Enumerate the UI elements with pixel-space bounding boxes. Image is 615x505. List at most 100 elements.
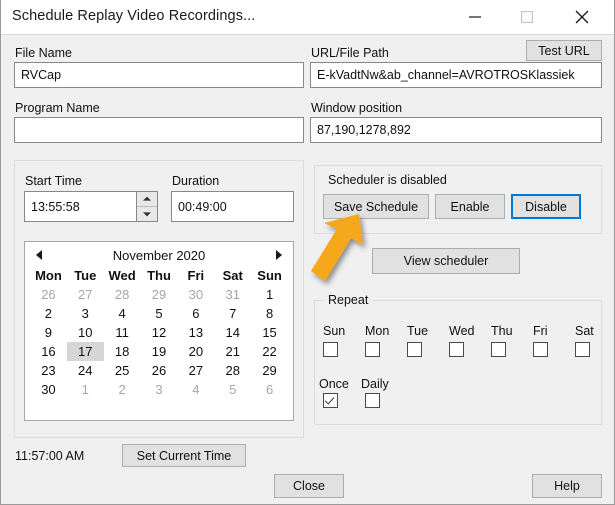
- calendar-day[interactable]: 6: [251, 380, 288, 399]
- calendar-day[interactable]: 7: [214, 304, 251, 323]
- repeat-day-checkbox-mon[interactable]: [365, 342, 380, 357]
- repeat-day-label-sun: Sun: [323, 324, 346, 338]
- test-url-button[interactable]: Test URL: [526, 40, 602, 61]
- start-time-increment-button[interactable]: [137, 192, 157, 206]
- calendar-day[interactable]: 10: [67, 323, 104, 342]
- calendar-day[interactable]: 28: [214, 361, 251, 380]
- calendar-dow-sat: Sat: [222, 268, 243, 283]
- repeat-day-label-mon: Mon: [365, 324, 390, 338]
- repeat-day-checkbox-thu[interactable]: [491, 342, 506, 357]
- calendar-dow-mon: Mon: [35, 268, 62, 283]
- calendar-day[interactable]: 14: [214, 323, 251, 342]
- calendar-dow-tue: Tue: [74, 268, 97, 283]
- calendar-day[interactable]: 28: [104, 285, 141, 304]
- minimize-icon: [469, 16, 481, 18]
- calendar-day[interactable]: 4: [104, 304, 141, 323]
- minimize-button[interactable]: [452, 0, 498, 34]
- calendar-day[interactable]: 6: [177, 304, 214, 323]
- repeat-panel: [314, 300, 602, 425]
- calendar-day[interactable]: 11: [104, 323, 141, 342]
- calendar-dow-fri: Fri: [187, 268, 205, 283]
- close-button[interactable]: [559, 0, 605, 34]
- calendar-day[interactable]: 31: [214, 285, 251, 304]
- close-dialog-button[interactable]: Close: [274, 474, 344, 498]
- calendar-day[interactable]: 26: [141, 361, 178, 380]
- scheduler-status-text: Scheduler is disabled: [328, 173, 447, 187]
- calendar-day[interactable]: 27: [177, 361, 214, 380]
- calendar-day[interactable]: 4: [177, 380, 214, 399]
- calendar-day[interactable]: 2: [104, 380, 141, 399]
- program-name-input[interactable]: [14, 117, 304, 143]
- date-picker-calendar[interactable]: November 2020 Mon Tue Wed Thu Fri Sat Sun 26 27…: [24, 241, 294, 421]
- calendar-header: November 2020: [25, 242, 293, 268]
- start-time-input[interactable]: 13:55:58: [24, 191, 137, 222]
- maximize-icon: [521, 11, 533, 23]
- calendar-next-month-button[interactable]: [271, 247, 287, 263]
- set-current-time-button[interactable]: Set Current Time: [122, 444, 246, 467]
- calendar-day[interactable]: 30: [30, 380, 67, 399]
- url-file-path-input[interactable]: E-kVadtNw&ab_channel=AVROTROSKlassiek: [310, 62, 602, 88]
- current-time-label: 11:57:00 AM: [15, 449, 85, 463]
- calendar-day[interactable]: 3: [141, 380, 178, 399]
- calendar-day[interactable]: 1: [251, 285, 288, 304]
- triangle-left-icon: [36, 250, 42, 260]
- calendar-day[interactable]: 21: [214, 342, 251, 361]
- calendar-day[interactable]: 18: [104, 342, 141, 361]
- start-time-stepper[interactable]: [137, 191, 158, 222]
- calendar-day[interactable]: 16: [30, 342, 67, 361]
- enable-scheduler-button[interactable]: Enable: [435, 194, 505, 219]
- calendar-day[interactable]: 26: [30, 285, 67, 304]
- repeat-mode-checkbox-once[interactable]: [323, 393, 338, 408]
- calendar-day[interactable]: 23: [30, 361, 67, 380]
- close-icon: [575, 10, 589, 24]
- calendar-day[interactable]: 22: [251, 342, 288, 361]
- repeat-day-checkbox-fri[interactable]: [533, 342, 548, 357]
- help-button[interactable]: Help: [532, 474, 602, 498]
- file-name-label: File Name: [15, 46, 72, 60]
- calendar-dow-thu: Thu: [147, 268, 171, 283]
- save-schedule-button[interactable]: Save Schedule: [323, 194, 429, 219]
- repeat-day-checkbox-tue[interactable]: [407, 342, 422, 357]
- calendar-day[interactable]: 24: [67, 361, 104, 380]
- repeat-day-checkbox-sat[interactable]: [575, 342, 590, 357]
- program-name-label: Program Name: [15, 101, 100, 115]
- calendar-day[interactable]: 3: [67, 304, 104, 323]
- repeat-day-checkbox-sun[interactable]: [323, 342, 338, 357]
- disable-scheduler-button[interactable]: Disable: [511, 194, 581, 219]
- repeat-day-label-fri: Fri: [533, 324, 548, 338]
- schedule-replay-dialog: Schedule Replay Video Recordings... File…: [0, 0, 615, 505]
- start-time-label: Start Time: [25, 174, 82, 188]
- calendar-day[interactable]: 9: [30, 323, 67, 342]
- repeat-mode-checkbox-daily[interactable]: [365, 393, 380, 408]
- calendar-prev-month-button[interactable]: [31, 247, 47, 263]
- calendar-day-selected[interactable]: 17: [66, 342, 104, 361]
- window-title: Schedule Replay Video Recordings...: [12, 8, 256, 24]
- calendar-day[interactable]: 5: [214, 380, 251, 399]
- calendar-day[interactable]: 30: [177, 285, 214, 304]
- start-time-decrement-button[interactable]: [137, 206, 157, 221]
- calendar-day[interactable]: 27: [67, 285, 104, 304]
- window-position-input[interactable]: 87,190,1278,892: [310, 117, 602, 143]
- calendar-day[interactable]: 25: [104, 361, 141, 380]
- calendar-day[interactable]: 2: [30, 304, 67, 323]
- calendar-day[interactable]: 5: [141, 304, 178, 323]
- title-bar: Schedule Replay Video Recordings...: [1, 0, 614, 35]
- calendar-dow-wed: Wed: [108, 268, 136, 283]
- maximize-button[interactable]: [504, 0, 550, 34]
- calendar-day[interactable]: 15: [251, 323, 288, 342]
- duration-input[interactable]: 00:49:00: [171, 191, 294, 222]
- calendar-days-grid[interactable]: 26 27 28 29 30 31 1 2 3 4 5 6 7 8 9 10 11 12 13 14 15 16 17 18 1…: [25, 285, 293, 399]
- calendar-day[interactable]: 20: [177, 342, 214, 361]
- calendar-dow-sun: Sun: [257, 268, 282, 283]
- calendar-day[interactable]: 1: [67, 380, 104, 399]
- calendar-day[interactable]: 29: [251, 361, 288, 380]
- repeat-day-checkbox-wed[interactable]: [449, 342, 464, 357]
- calendar-day[interactable]: 19: [141, 342, 178, 361]
- calendar-day[interactable]: 12: [141, 323, 178, 342]
- calendar-day[interactable]: 29: [141, 285, 178, 304]
- url-file-path-label: URL/File Path: [311, 46, 389, 60]
- view-scheduler-button[interactable]: View scheduler: [372, 248, 520, 274]
- file-name-input[interactable]: RVCap: [14, 62, 304, 88]
- calendar-day[interactable]: 13: [177, 323, 214, 342]
- calendar-day[interactable]: 8: [251, 304, 288, 323]
